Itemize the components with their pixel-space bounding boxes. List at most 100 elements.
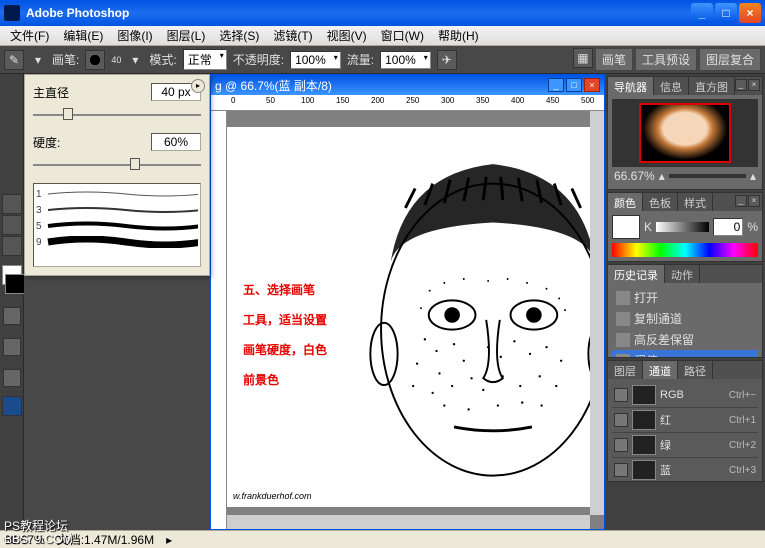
- tab-swatches[interactable]: 色板: [643, 193, 678, 211]
- panel-min-icon[interactable]: _: [735, 195, 747, 207]
- channel-row[interactable]: RGBCtrl+~: [612, 383, 758, 408]
- zoom-out-icon[interactable]: ▴: [659, 169, 665, 183]
- navigator-zoom-value[interactable]: 66.67%: [614, 169, 655, 183]
- tab-channels[interactable]: 通道: [643, 361, 678, 379]
- well-tab-brush[interactable]: 画笔: [595, 48, 633, 71]
- brush-preset-list[interactable]: 1 3 5 9: [33, 183, 201, 267]
- tab-histogram[interactable]: 直方图: [689, 77, 735, 95]
- brush-dropdown-icon[interactable]: ▾: [127, 53, 143, 67]
- menu-edit[interactable]: 编辑(E): [57, 25, 109, 46]
- channel-thumbnail: [632, 385, 656, 405]
- channel-name: 绿: [660, 437, 725, 453]
- mode-label: 模式:: [149, 51, 176, 68]
- tab-info[interactable]: 信息: [654, 77, 689, 95]
- channel-name: RGB: [660, 389, 725, 401]
- channel-name: 蓝: [660, 462, 725, 478]
- screen-mode-standard[interactable]: [3, 338, 21, 356]
- hardness-input[interactable]: 60%: [151, 133, 201, 151]
- color-spectrum[interactable]: [612, 243, 758, 257]
- status-arrow-icon[interactable]: ▸: [166, 533, 172, 547]
- vertical-ruler[interactable]: [211, 111, 227, 529]
- horizontal-ruler[interactable]: 0 50 100 150 200 250 300 350 400 450 500: [211, 95, 604, 111]
- navigator-thumbnail[interactable]: [612, 99, 758, 167]
- menu-filter[interactable]: 滤镜(T): [267, 25, 318, 46]
- panel-close-icon[interactable]: ×: [748, 195, 760, 207]
- canvas[interactable]: 五、选择画笔 工具，适当设置 画笔硬度，白色 前景色 Scan w.frankd…: [227, 127, 590, 507]
- tab-color[interactable]: 颜色: [608, 193, 643, 211]
- history-item[interactable]: 高反差保留: [612, 329, 758, 350]
- imageready-icon[interactable]: [2, 396, 22, 416]
- document-viewport[interactable]: 五、选择画笔 工具，适当设置 画笔硬度，白色 前景色 Scan w.frankd…: [227, 111, 590, 515]
- color-k-input[interactable]: 0: [713, 218, 743, 236]
- mode-select[interactable]: 正常: [183, 49, 227, 70]
- opacity-label: 不透明度:: [233, 51, 284, 68]
- brush-label: 画笔:: [52, 51, 79, 68]
- channel-shortcut: Ctrl+1: [729, 415, 756, 426]
- visibility-icon[interactable]: [614, 463, 628, 477]
- panel-close-icon[interactable]: ×: [748, 79, 760, 91]
- history-item[interactable]: 复制通道: [612, 308, 758, 329]
- visibility-icon[interactable]: [614, 388, 628, 402]
- well-tab-comps[interactable]: 图层复合: [699, 48, 761, 71]
- menu-help[interactable]: 帮助(H): [432, 25, 485, 46]
- app-icon: [4, 5, 20, 21]
- color-panel: 颜色 色板 样式 _× K 0 %: [607, 192, 763, 262]
- menu-window[interactable]: 窗口(W): [375, 25, 430, 46]
- app-titlebar: Adobe Photoshop _ □ ×: [0, 0, 765, 26]
- flow-select[interactable]: 100%: [380, 51, 431, 69]
- channel-row[interactable]: 红Ctrl+1: [612, 408, 758, 433]
- navigator-zoom-slider[interactable]: [669, 174, 746, 178]
- menu-select[interactable]: 选择(S): [213, 25, 265, 46]
- history-item[interactable]: 打开: [612, 287, 758, 308]
- tool-a[interactable]: [2, 194, 22, 214]
- tab-layers[interactable]: 图层: [608, 361, 643, 379]
- diameter-slider[interactable]: [33, 107, 201, 123]
- hardness-slider[interactable]: [33, 157, 201, 173]
- screen-mode-full[interactable]: [3, 369, 21, 387]
- doc-minimize-button[interactable]: _: [548, 78, 564, 92]
- menu-view[interactable]: 视图(V): [321, 25, 373, 46]
- brush-tool-icon[interactable]: ✎: [4, 50, 24, 70]
- tab-actions[interactable]: 动作: [665, 265, 700, 283]
- maximize-button[interactable]: □: [715, 3, 737, 23]
- quickmask-toggle[interactable]: [3, 307, 21, 325]
- menu-layer[interactable]: 图层(L): [161, 25, 212, 46]
- background-swatch[interactable]: [5, 274, 25, 294]
- minimize-button[interactable]: _: [691, 3, 713, 23]
- well-tab-presets[interactable]: 工具预设: [635, 48, 697, 71]
- tool-preset-dropdown-icon[interactable]: ▾: [30, 53, 46, 67]
- menu-image[interactable]: 图像(I): [111, 25, 158, 46]
- channel-row[interactable]: 绿 Ctrl+2: [612, 433, 758, 458]
- channel-shortcut: Ctrl+2: [729, 440, 756, 451]
- visibility-icon[interactable]: [614, 413, 628, 427]
- opacity-select[interactable]: 100%: [290, 51, 341, 69]
- history-item-label: 复制通道: [634, 310, 682, 327]
- tab-history[interactable]: 历史记录: [608, 265, 665, 283]
- zoom-in-icon[interactable]: ▴: [750, 169, 756, 183]
- brush-preview-icon[interactable]: [85, 50, 105, 70]
- tab-styles[interactable]: 样式: [678, 193, 713, 211]
- visibility-icon[interactable]: [614, 438, 628, 452]
- panel-min-icon[interactable]: _: [735, 79, 747, 91]
- tab-paths[interactable]: 路径: [678, 361, 713, 379]
- channel-row[interactable]: 蓝Ctrl+3: [612, 458, 758, 481]
- color-k-slider[interactable]: [656, 222, 709, 232]
- history-item[interactable]: 阈值: [612, 350, 758, 357]
- doc-maximize-button[interactable]: □: [566, 78, 582, 92]
- vertical-scrollbar[interactable]: [590, 111, 604, 515]
- menubar: 文件(F) 编辑(E) 图像(I) 图层(L) 选择(S) 滤镜(T) 视图(V…: [0, 26, 765, 46]
- doc-close-button[interactable]: ×: [584, 78, 600, 92]
- horizontal-scrollbar[interactable]: [227, 515, 590, 529]
- close-button[interactable]: ×: [739, 3, 761, 23]
- tab-navigator[interactable]: 导航器: [608, 77, 654, 95]
- tool-c[interactable]: [2, 236, 22, 256]
- stamp-bottom-left: w.frankduerhof.com: [233, 491, 312, 501]
- menu-file[interactable]: 文件(F): [4, 25, 55, 46]
- color-swatch[interactable]: [612, 215, 640, 239]
- palette-well-icon[interactable]: ▦: [573, 48, 593, 68]
- brush-panel-menu-icon[interactable]: ▸: [191, 79, 205, 93]
- channel-thumbnail: [632, 460, 656, 480]
- tool-b[interactable]: [2, 215, 22, 235]
- document-titlebar[interactable]: g @ 66.7%(蓝 副本/8) _ □ ×: [211, 75, 604, 95]
- airbrush-icon[interactable]: ✈: [437, 50, 457, 70]
